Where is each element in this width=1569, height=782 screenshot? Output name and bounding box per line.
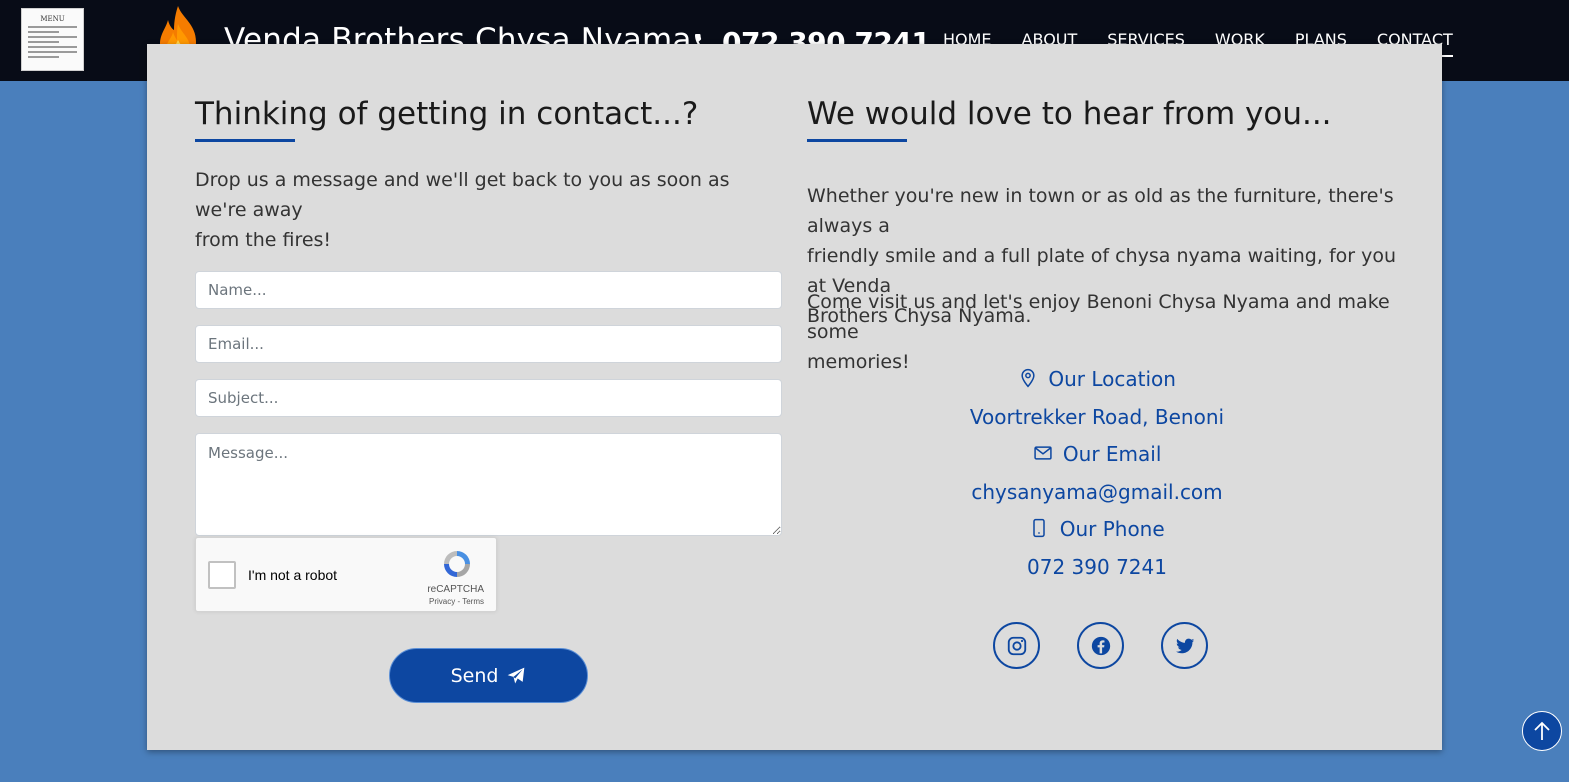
instagram-link[interactable] bbox=[993, 622, 1040, 669]
instagram-icon bbox=[1007, 636, 1026, 655]
contact-heading: Thinking of getting in contact...? bbox=[195, 96, 699, 132]
recaptcha-checkbox[interactable] bbox=[208, 561, 236, 589]
location-label-row: Our Location bbox=[807, 367, 1387, 391]
location-value[interactable]: Voortrekker Road, Benoni bbox=[807, 405, 1387, 429]
hear-from-you-heading: We would love to hear from you... bbox=[807, 96, 1332, 132]
email-label-row: Our Email bbox=[807, 442, 1387, 466]
envelope-icon bbox=[1033, 446, 1052, 460]
mobile-phone-icon bbox=[1033, 518, 1046, 538]
hear-from-you-underline bbox=[807, 139, 907, 142]
recaptcha-terms-link[interactable]: Terms bbox=[462, 597, 484, 606]
map-pin-icon bbox=[1021, 368, 1035, 388]
send-button-label: Send bbox=[450, 664, 499, 687]
recaptcha-privacy-link[interactable]: Privacy bbox=[429, 597, 455, 606]
recaptcha-brand: reCAPTCHA bbox=[427, 584, 484, 595]
message-textarea[interactable] bbox=[195, 433, 782, 536]
subject-input[interactable] bbox=[195, 379, 782, 417]
arrow-up-icon bbox=[1534, 721, 1550, 740]
send-button[interactable]: Send bbox=[389, 648, 588, 703]
location-label: Our Location bbox=[1048, 367, 1176, 391]
contact-heading-underline bbox=[195, 139, 295, 142]
name-input[interactable] bbox=[195, 271, 782, 309]
phone-label: Our Phone bbox=[1059, 517, 1165, 541]
recaptcha-links: Privacy - Terms bbox=[429, 597, 484, 606]
phone-value[interactable]: 072 390 7241 bbox=[807, 555, 1387, 579]
phone-label-row: Our Phone bbox=[807, 517, 1387, 541]
menu-thumbnail[interactable]: MENU bbox=[21, 8, 84, 71]
twitter-icon bbox=[1175, 638, 1194, 653]
facebook-link[interactable] bbox=[1077, 622, 1124, 669]
paper-plane-icon bbox=[508, 667, 525, 683]
menu-thumbnail-title: MENU bbox=[40, 15, 65, 23]
scroll-to-top-button[interactable] bbox=[1522, 711, 1562, 751]
email-value[interactable]: chysanyama@gmail.com bbox=[807, 480, 1387, 504]
contact-intro-line: from the fires! bbox=[195, 229, 332, 251]
visit-paragraph: Come visit us and let's enjoy Benoni Chy… bbox=[807, 287, 1407, 377]
visit-paragraph-line: Come visit us and let's enjoy Benoni Chy… bbox=[807, 291, 1390, 343]
facebook-icon bbox=[1091, 636, 1110, 655]
twitter-link[interactable] bbox=[1161, 622, 1208, 669]
contact-intro-line: Drop us a message and we'll get back to … bbox=[195, 169, 730, 221]
recaptcha-label: I'm not a robot bbox=[248, 567, 338, 583]
email-input[interactable] bbox=[195, 325, 782, 363]
contact-intro: Drop us a message and we'll get back to … bbox=[195, 165, 785, 255]
email-label: Our Email bbox=[1062, 442, 1162, 466]
recaptcha-widget: I'm not a robot reCAPTCHA Privacy - Term… bbox=[195, 537, 497, 612]
recaptcha-logo-icon bbox=[444, 551, 470, 577]
welcome-paragraph-line: Whether you're new in town or as old as … bbox=[807, 185, 1394, 237]
